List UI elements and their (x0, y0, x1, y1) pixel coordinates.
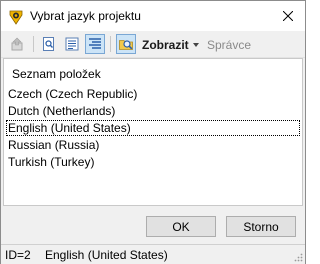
status-language: English (United States) (45, 248, 168, 262)
lines-icon (89, 38, 101, 49)
toolbar-separator (33, 36, 34, 52)
chevron-down-icon[interactable] (193, 43, 199, 47)
cancel-button[interactable]: Storno (226, 216, 296, 237)
dialog-window: Vybrat jazyk projektu Zobrazit Správce S… (0, 0, 306, 264)
view-lines-button[interactable] (85, 34, 105, 54)
window-title: Vybrat jazyk projektu (30, 9, 141, 23)
view-menu-label[interactable]: Zobrazit (142, 38, 189, 52)
ok-button[interactable]: OK (146, 216, 216, 237)
list-item[interactable]: Russian (Russia) (6, 137, 300, 153)
find-button[interactable] (116, 34, 136, 54)
list-item[interactable]: Czech (Czech Republic) (6, 86, 300, 102)
close-button[interactable] (271, 1, 305, 31)
list-item[interactable]: Turkish (Turkey) (6, 154, 300, 170)
list-header: Seznam položek (12, 67, 101, 81)
manager-menu-label[interactable]: Správce (207, 38, 251, 52)
export-button[interactable] (7, 34, 27, 54)
resize-grip-icon[interactable] (293, 252, 303, 262)
close-icon (283, 11, 293, 21)
status-bar: ID=2 English (United States) (1, 244, 305, 264)
view-details-button[interactable] (39, 34, 59, 54)
app-icon (8, 9, 24, 25)
item-list[interactable]: Seznam položek Czech (Czech Republic) Du… (3, 58, 303, 206)
list-item[interactable]: Dutch (Netherlands) (6, 103, 300, 119)
folder-search-icon (119, 40, 133, 50)
page-search-icon (43, 37, 54, 51)
toolbar: Zobrazit Správce (1, 31, 305, 58)
status-id: ID=2 (5, 248, 31, 262)
view-list-button[interactable] (62, 34, 82, 54)
list-view-icon (65, 37, 79, 51)
dialog-buttons: OK Storno (3, 206, 303, 244)
toolbar-separator (110, 36, 111, 52)
title-bar: Vybrat jazyk projektu (1, 1, 305, 31)
list-item[interactable]: English (United States) (6, 120, 300, 136)
export-icon (11, 37, 23, 51)
